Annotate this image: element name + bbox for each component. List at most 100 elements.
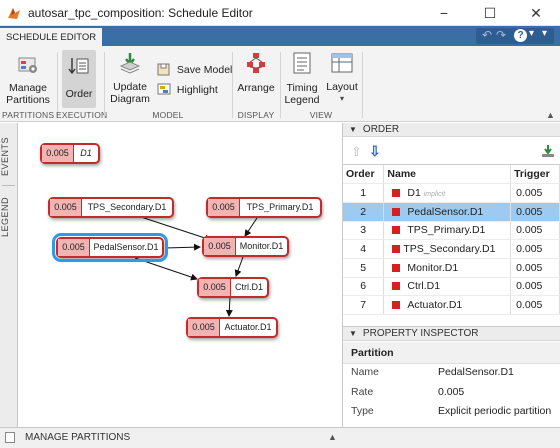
- separator: [57, 52, 58, 118]
- arrow-pedal-to-ctrl: [134, 257, 198, 281]
- schedule-canvas[interactable]: 0.005 D1 0.005 TPS_Secondary.D1 0.005 TP…: [19, 123, 341, 427]
- arrange-button[interactable]: Arrange: [236, 52, 276, 94]
- order-panel-header[interactable]: ▼ ORDER: [343, 123, 560, 137]
- row-name: Monitor.D1: [407, 261, 459, 274]
- block-name: Actuator.D1: [224, 322, 272, 332]
- row-tag: implicit: [423, 191, 446, 199]
- timing-legend-button[interactable]: Timing Legend: [283, 52, 321, 106]
- prop-value-rate: 0.005: [438, 386, 465, 398]
- prop-value-name[interactable]: PedalSensor.D1: [438, 366, 514, 378]
- inspector-section-title: Partition: [351, 347, 394, 359]
- partition-color-icon: [392, 301, 401, 310]
- row-order: 7: [343, 295, 385, 315]
- collapse-toolstrip-arrow[interactable]: ▲: [546, 110, 555, 120]
- move-up-icon[interactable]: ⇧: [351, 144, 362, 160]
- order-button[interactable]: Order: [62, 50, 96, 108]
- col-trigger[interactable]: Trigger: [510, 165, 560, 185]
- expand-panel-icon[interactable]: ▲: [328, 432, 337, 442]
- block-rate: 0.005: [42, 145, 74, 162]
- manage-partitions-tab[interactable]: MANAGE PARTITIONS: [25, 432, 130, 443]
- partition-block[interactable]: 0.005 Actuator.D1: [186, 317, 278, 338]
- partition-block[interactable]: 0.005 TPS_Secondary.D1: [48, 197, 174, 218]
- table-row-selected[interactable]: 2 PedalSensor.D1 0.005: [343, 202, 560, 222]
- table-row[interactable]: 3 TPS_Primary.D1 0.005: [343, 221, 560, 241]
- close-button[interactable]: ✕: [513, 0, 559, 26]
- tab-legend[interactable]: LEGEND: [0, 189, 18, 245]
- table-row[interactable]: 1 D1 implicit 0.005: [343, 183, 560, 203]
- table-row[interactable]: 5 Monitor.D1 0.005: [343, 258, 560, 278]
- undo-icon[interactable]: ↶: [482, 28, 492, 42]
- block-name: Ctrl.D1: [234, 282, 263, 292]
- row-trigger: 0.005: [510, 295, 560, 315]
- inspector-section-header: Partition: [343, 342, 560, 364]
- order-table: Order Name Trigger 1 D1 implicit 0.005 2…: [343, 165, 560, 315]
- table-row[interactable]: 6 Ctrl.D1 0.005: [343, 277, 560, 297]
- partition-block[interactable]: 0.005 D1: [40, 143, 100, 164]
- section-model: MODEL: [152, 110, 184, 120]
- row-trigger: 0.005: [510, 202, 560, 222]
- tab-events[interactable]: EVENTS: [0, 131, 18, 181]
- row-trigger: 0.005: [510, 277, 560, 297]
- prop-value-type: Explicit periodic partition: [438, 405, 552, 417]
- move-down-icon[interactable]: ⇩: [369, 143, 381, 160]
- arrow-tps-primary-to-monitor: [244, 217, 258, 237]
- partition-block-selected[interactable]: 0.005 PedalSensor.D1: [52, 233, 168, 262]
- table-header-row: Order Name Trigger: [343, 165, 560, 185]
- partition-block[interactable]: 0.005 TPS_Primary.D1: [206, 197, 322, 218]
- partition-block[interactable]: 0.005 Ctrl.D1: [197, 277, 269, 298]
- table-row[interactable]: 7 Actuator.D1 0.005: [343, 295, 560, 315]
- block-rate: 0.005: [50, 199, 82, 216]
- help-menu-icon[interactable]: ▾: [529, 28, 534, 39]
- partition-block[interactable]: 0.005 Monitor.D1: [202, 236, 289, 257]
- order-label: Order: [65, 88, 93, 100]
- col-name[interactable]: Name: [383, 165, 512, 185]
- redo-icon[interactable]: ↷: [496, 28, 506, 42]
- block-name: Monitor.D1: [239, 241, 284, 251]
- right-panel: ▼ ORDER ⇧ ⇩ Order Name Trigger 1 D1 impli…: [342, 123, 560, 427]
- partition-color-icon: [392, 207, 401, 216]
- layout-button[interactable]: Layout ▾: [326, 52, 358, 105]
- manage-partitions-button[interactable]: Manage Partitions: [4, 52, 52, 106]
- block-name: D1: [80, 148, 92, 158]
- block-name: TPS_Primary.D1: [246, 202, 314, 212]
- row-order: 5: [343, 258, 385, 278]
- order-panel-title: ORDER: [362, 124, 400, 135]
- minimize-button[interactable]: −: [421, 0, 467, 26]
- prop-label-name: Name: [351, 366, 380, 378]
- row-order: 1: [343, 183, 385, 203]
- layout-icon: [331, 53, 353, 73]
- save-model-icon: [157, 63, 170, 76]
- collapse-icon[interactable]: ▼: [349, 329, 357, 338]
- row-trigger: 0.005: [510, 183, 560, 203]
- tab-schedule-editor[interactable]: SCHEDULE EDITOR: [0, 26, 103, 46]
- layout-label: Layout: [326, 81, 358, 93]
- inspector-header[interactable]: ▼ PROPERTY INSPECTOR: [343, 326, 560, 341]
- save-model-label: Save Model: [176, 64, 233, 76]
- prop-label-rate: Rate: [351, 386, 374, 398]
- block-rate: 0.005: [188, 319, 220, 336]
- table-row[interactable]: 4 TPS_Secondary.D1 0.005: [343, 239, 560, 259]
- collapse-toolstrip-icon[interactable]: ▾: [542, 28, 547, 39]
- maximize-button[interactable]: ☐: [467, 0, 513, 26]
- separator: [104, 52, 105, 118]
- arrow-ctrl-to-actuator: [225, 297, 233, 317]
- block-rate: 0.005: [208, 199, 240, 216]
- update-diagram-button[interactable]: Update Diagram: [108, 52, 152, 105]
- col-order[interactable]: Order: [343, 165, 385, 185]
- row-name: TPS_Secondary.D1: [403, 243, 496, 256]
- section-execution: EXECUTION: [56, 110, 108, 120]
- block-name: TPS_Secondary.D1: [87, 202, 167, 212]
- apply-order-icon[interactable]: [541, 144, 555, 158]
- panel-toggle-icon[interactable]: [5, 432, 15, 443]
- collapse-icon[interactable]: ▼: [349, 125, 357, 134]
- timing-legend-label: Timing Legend: [284, 82, 320, 106]
- save-model-button[interactable]: Save Model: [157, 62, 232, 76]
- row-name: TPS_Primary.D1: [407, 224, 486, 237]
- row-trigger: 0.005: [510, 239, 560, 259]
- left-sidebar: EVENTS LEGEND: [0, 123, 18, 427]
- help-icon[interactable]: ?: [514, 29, 527, 42]
- block-name: PedalSensor.D1: [93, 242, 159, 252]
- highlight-icon: [157, 83, 171, 95]
- highlight-button[interactable]: Highlight: [157, 82, 218, 96]
- separator: [232, 52, 233, 118]
